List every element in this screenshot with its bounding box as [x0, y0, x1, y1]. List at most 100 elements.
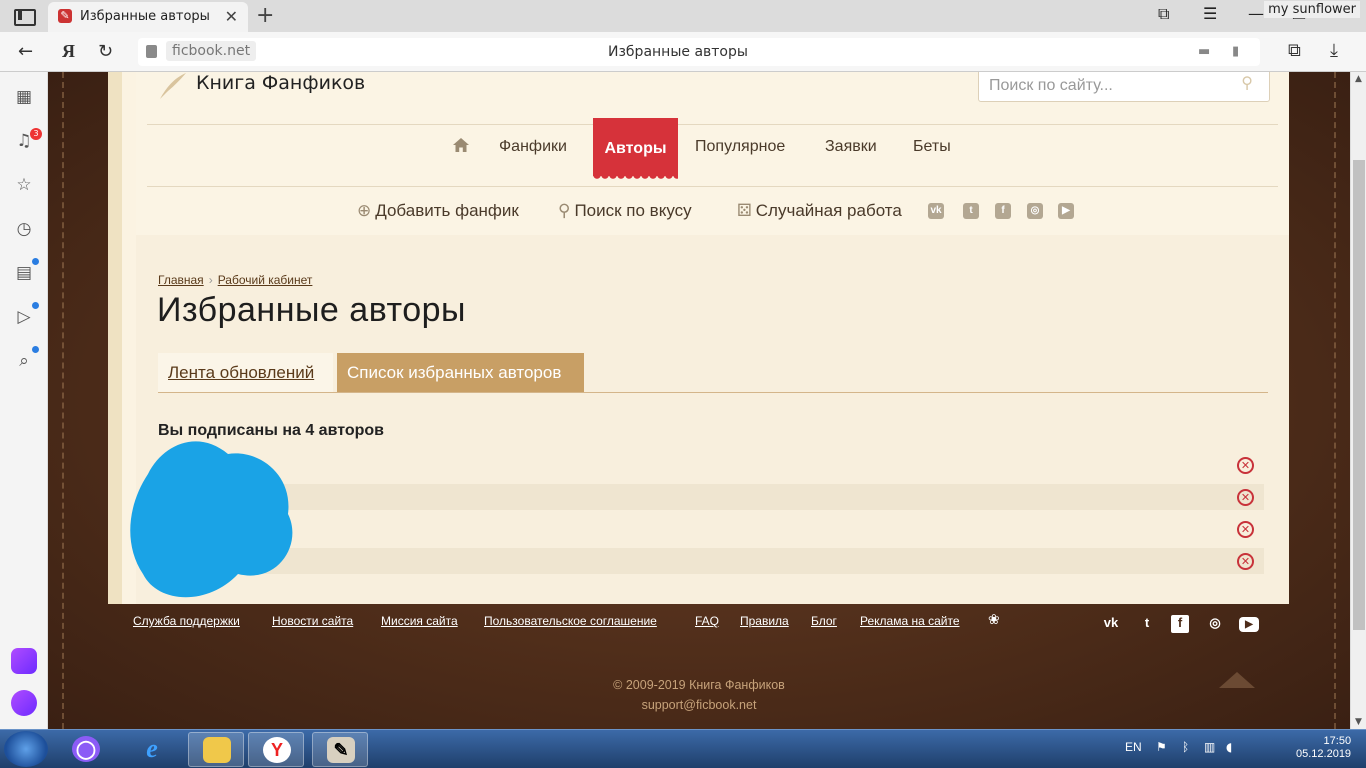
alice-assistant-icon[interactable]: [11, 690, 37, 716]
download-icon[interactable]: ⤓: [1330, 40, 1338, 61]
footer-youtube-icon[interactable]: ▶: [1239, 617, 1259, 632]
site-name[interactable]: Книга Фанфиков: [196, 72, 365, 94]
collections-icon[interactable]: ▤: [13, 262, 35, 284]
taskbar-explorer[interactable]: [188, 732, 244, 767]
page-scrollbar[interactable]: ▲ ▼: [1350, 72, 1366, 729]
scroll-thumb[interactable]: [1353, 160, 1365, 630]
taste-search-link[interactable]: ⚲ Поиск по вкусу: [558, 201, 692, 221]
remove-author-icon[interactable]: ✕: [1237, 457, 1254, 474]
close-tab-icon[interactable]: ✕: [225, 7, 238, 26]
footer-twitter-icon[interactable]: t: [1137, 615, 1157, 633]
lens-search-icon[interactable]: ⌕: [13, 350, 35, 372]
bookmark-icon[interactable]: ▮: [1232, 44, 1239, 59]
menu-icon[interactable]: ☰: [1203, 4, 1217, 23]
footer-instagram-icon[interactable]: ◎: [1205, 615, 1225, 633]
paint-icon: ✎: [327, 737, 355, 763]
lens-dot: [32, 346, 39, 353]
add-fanfic-link[interactable]: ⊕ Добавить фанфик: [357, 201, 519, 221]
remove-author-icon[interactable]: ✕: [1237, 489, 1254, 506]
apps-grid-icon[interactable]: ▦: [13, 86, 35, 108]
url-domain: ficbook.net: [166, 41, 257, 61]
network-icon[interactable]: ▥: [1204, 740, 1218, 754]
video-play-icon[interactable]: ▷: [13, 306, 35, 328]
site-search-input[interactable]: [989, 75, 1219, 97]
taste-search-label: Поиск по вкусу: [574, 201, 692, 220]
history-clock-icon[interactable]: ◷: [13, 218, 35, 240]
paw-icon[interactable]: ❀: [988, 612, 1000, 628]
messenger-icon[interactable]: [11, 648, 37, 674]
dice-icon: ⚄: [737, 201, 752, 220]
author-row: ✕: [158, 516, 1264, 542]
video-dot: [32, 302, 39, 309]
nav-fanfics[interactable]: Фанфики: [499, 138, 567, 156]
scroll-up-arrow-icon[interactable]: ▲: [1355, 74, 1362, 84]
author-row: ✕: [158, 548, 1264, 574]
home-icon[interactable]: [453, 138, 469, 152]
footer-news[interactable]: Новости сайта: [272, 614, 353, 628]
magnifier-icon: ⚲: [558, 201, 571, 220]
footer-rules[interactable]: Правила: [740, 614, 789, 628]
ficbook-favicon-icon: ✎: [58, 9, 72, 23]
scroll-to-top-icon[interactable]: [1219, 672, 1255, 688]
twitter-icon[interactable]: t: [963, 203, 979, 219]
taskbar-ie[interactable]: e: [124, 732, 180, 767]
tray-flag-icon[interactable]: ⚑: [1156, 740, 1170, 754]
taskbar-yandex[interactable]: Y: [248, 732, 304, 767]
instagram-icon[interactable]: ◎: [1027, 203, 1043, 219]
start-button[interactable]: [4, 731, 48, 767]
volume-icon[interactable]: ◖: [1226, 740, 1240, 754]
notifications-badge: 3: [30, 128, 42, 140]
site-header: Книга Фанфиков ⚲ Фанфики Авторы Популярн…: [136, 72, 1289, 235]
author-row: ✕: [158, 452, 1264, 478]
facebook-icon[interactable]: f: [995, 203, 1011, 219]
nav-authors[interactable]: Авторы: [593, 118, 678, 181]
collections-dot: [32, 258, 39, 265]
back-arrow-icon[interactable]: ←: [18, 41, 33, 62]
tab-manager-icon[interactable]: ⧉: [1158, 4, 1169, 24]
footer-faq[interactable]: FAQ: [695, 614, 719, 628]
clock[interactable]: 17:50 05.12.2019: [1296, 735, 1351, 761]
nav-popular[interactable]: Популярное: [695, 138, 785, 156]
tab-favorite-authors[interactable]: Список избранных авторов: [337, 353, 584, 392]
url-field[interactable]: ficbook.net Избранные авторы ▬ ▮: [138, 38, 1260, 66]
random-work-link[interactable]: ⚄ Случайная работа: [737, 201, 902, 221]
new-tab-icon[interactable]: +: [256, 3, 274, 28]
nav-requests[interactable]: Заявки: [825, 138, 877, 156]
footer-agreement[interactable]: Пользовательское соглашение: [484, 614, 657, 628]
footer-vk-icon[interactable]: vk: [1101, 615, 1121, 633]
footer-ads[interactable]: Реклама на сайте: [860, 614, 960, 628]
tab-updates-feed[interactable]: Лента обновлений: [158, 353, 333, 392]
taskbar-paint[interactable]: ✎: [312, 732, 368, 767]
site-search-box[interactable]: ⚲: [978, 72, 1270, 102]
footer-support[interactable]: Служба поддержки: [133, 614, 240, 628]
youtube-icon[interactable]: ▶: [1058, 203, 1074, 219]
reload-icon[interactable]: ↻: [98, 41, 113, 62]
remove-author-icon[interactable]: ✕: [1237, 521, 1254, 538]
support-email[interactable]: support@ficbook.net: [48, 698, 1350, 712]
translate-icon[interactable]: ⧉: [1288, 40, 1301, 61]
feather-logo-icon[interactable]: [158, 72, 188, 100]
remove-author-icon[interactable]: ✕: [1237, 553, 1254, 570]
search-icon[interactable]: ⚲: [1241, 73, 1253, 92]
breadcrumb-cabinet[interactable]: Рабочий кабинет: [218, 273, 313, 287]
footer-mission[interactable]: Миссия сайта: [381, 614, 458, 628]
footer-facebook-icon[interactable]: f: [1171, 615, 1189, 633]
bluetooth-icon[interactable]: ᛒ: [1182, 740, 1196, 754]
profile-name[interactable]: my sunflower: [1264, 1, 1360, 18]
taskbar-alice[interactable]: ◯: [58, 732, 114, 767]
vk-icon[interactable]: vk: [928, 203, 944, 219]
star-icon[interactable]: ☆: [13, 174, 35, 196]
comment-icon[interactable]: ▬: [1198, 44, 1210, 59]
breadcrumb-home[interactable]: Главная: [158, 273, 204, 287]
random-work-label: Случайная работа: [755, 201, 902, 220]
yandex-logo-icon[interactable]: Я: [62, 41, 75, 62]
copyright: © 2009-2019 Книга Фанфиков: [613, 678, 785, 692]
alice-icon: ◯: [72, 736, 100, 762]
sidebar-toggle-icon[interactable]: [14, 8, 36, 26]
browser-tab[interactable]: ✎ Избранные авторы ✕: [48, 2, 248, 32]
scroll-down-arrow-icon[interactable]: ▼: [1355, 717, 1362, 727]
minimize-icon[interactable]: —: [1248, 4, 1264, 23]
language-indicator[interactable]: EN: [1125, 740, 1142, 754]
nav-betas[interactable]: Беты: [913, 138, 951, 156]
footer-blog[interactable]: Блог: [811, 614, 837, 628]
